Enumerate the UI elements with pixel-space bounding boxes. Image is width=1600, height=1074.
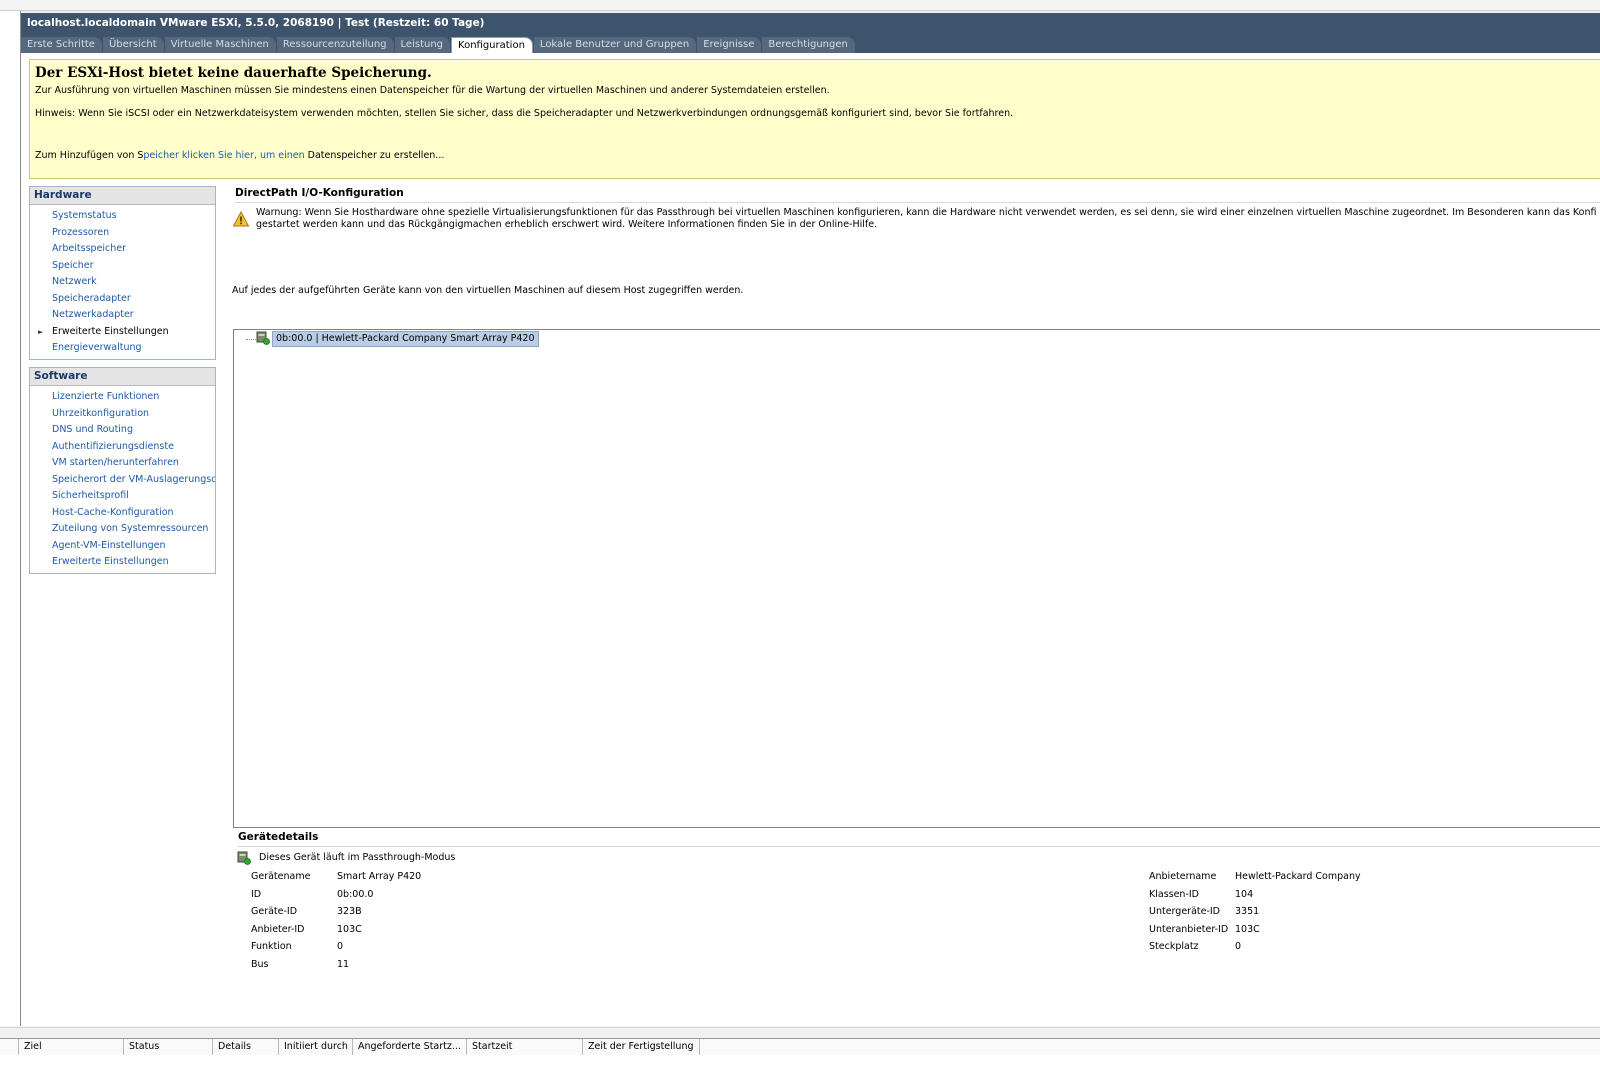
detail-label: Anbietername	[1149, 871, 1217, 882]
detail-value: 3351	[1235, 906, 1260, 917]
tab-ereignisse[interactable]: Ereignisse	[697, 37, 762, 53]
nav-dns-routing[interactable]: DNS und Routing	[30, 422, 215, 439]
software-heading: Software	[30, 368, 215, 386]
nav-vm-auslagerungsdatei[interactable]: Speicherort der VM-Auslagerungsdatei	[30, 472, 215, 489]
details-title: Gerätedetails	[238, 831, 319, 843]
hardware-panel: Hardware Systemstatus Prozessoren Arbeit…	[29, 186, 216, 360]
detail-value: 0	[337, 941, 344, 952]
col-startzeit[interactable]: Startzeit	[467, 1039, 583, 1055]
nav-energieverwaltung[interactable]: Energieverwaltung	[30, 340, 215, 357]
col-fertigstellung[interactable]: Zeit der Fertigstellung	[583, 1039, 700, 1055]
nav-authentifizierungsdienste[interactable]: Authentifizierungsdienste	[30, 439, 215, 456]
detail-value: Smart Array P420	[337, 871, 422, 882]
nav-uhrzeitkonfiguration[interactable]: Uhrzeitkonfiguration	[30, 406, 215, 423]
passthrough-warning: Warnung: Wenn Sie Hosthardware ohne spez…	[256, 207, 1596, 231]
nav-erweiterte-einstellungen-hw-label: Erweiterte Einstellungen	[52, 325, 169, 337]
detail-label: Bus	[251, 958, 269, 970]
add-storage-link[interactable]: peicher klicken Sie hier, um einen	[143, 150, 304, 161]
tree-connector	[246, 339, 256, 341]
nav-sicherheitsprofil[interactable]: Sicherheitsprofil	[30, 488, 215, 505]
tab-virtuelle-maschinen[interactable]: Virtuelle Maschinen	[164, 37, 276, 53]
device-label[interactable]: 0b:00.0 | Hewlett-Packard Company Smart …	[272, 331, 539, 347]
detail-label: Geräte-ID	[251, 906, 298, 917]
nav-prozessoren[interactable]: Prozessoren	[30, 225, 215, 242]
nav-speicheradapter[interactable]: Speicheradapter	[30, 291, 215, 308]
pci-device-icon	[256, 331, 270, 345]
tab-ressourcenzuteilung[interactable]: Ressourcenzuteilung	[276, 37, 394, 53]
banner-title: Der ESXi-Host bietet keine dauerhafte Sp…	[35, 65, 432, 81]
col-initiiert-durch[interactable]: Initiiert durch	[279, 1039, 353, 1055]
detail-value: 323B	[337, 906, 362, 917]
detail-value: 103C	[337, 923, 362, 935]
col-details[interactable]: Details	[213, 1039, 279, 1055]
config-content: Der ESXi-Host bietet keine dauerhafte Sp…	[21, 53, 1600, 1026]
tab-bar: Erste Schritte Übersicht Virtuelle Maschin…	[21, 37, 856, 54]
banner-add-prefix: Zum Hinzufügen von S	[35, 150, 144, 161]
tab-lokale-benutzer[interactable]: Lokale Benutzer und Gruppen	[533, 37, 697, 53]
software-panel: Software Lizenzierte Funktionen Uhrzeitk…	[29, 367, 216, 574]
detail-label: Steckplatz	[1149, 941, 1199, 952]
nav-arbeitsspeicher[interactable]: Arbeitsspeicher	[30, 241, 215, 258]
nav-speicher[interactable]: Speicher	[30, 258, 215, 275]
col-ziel[interactable]: Ziel	[19, 1039, 124, 1055]
hardware-heading: Hardware	[30, 187, 215, 205]
detail-label: Funktion	[251, 941, 292, 952]
detail-label: Untergeräte-ID	[1149, 906, 1220, 917]
tab-konfiguration[interactable]: Konfiguration	[451, 37, 533, 54]
access-note: Auf jedes der aufgeführten Geräte kann v…	[232, 285, 744, 296]
banner-add-storage: Zum Hinzufügen von Speicher klicken Sie …	[35, 150, 444, 161]
nav-erweiterte-einstellungen-hw[interactable]: ► Erweiterte Einstellungen	[30, 324, 215, 341]
device-row[interactable]: 0b:00.0 | Hewlett-Packard Company Smart …	[238, 331, 638, 347]
nav-lizenzierte-funktionen[interactable]: Lizenzierte Funktionen	[30, 389, 215, 406]
warning-icon	[233, 211, 249, 227]
passthrough-icon	[237, 851, 251, 865]
tab-uebersicht[interactable]: Übersicht	[102, 37, 164, 53]
detail-value: 0b:00.0	[337, 888, 374, 900]
section-divider	[235, 202, 1600, 203]
detail-value: Hewlett-Packard Company	[1235, 871, 1361, 882]
storage-warning-banner: Der ESXi-Host bietet keine dauerhafte Sp…	[29, 59, 1600, 179]
detail-label: Unteranbieter-ID	[1149, 923, 1229, 935]
top-strip	[0, 0, 1600, 11]
warning-line-1: Warnung: Wenn Sie Hosthardware ohne spez…	[256, 207, 1596, 218]
tab-erste-schritte[interactable]: Erste Schritte	[21, 37, 102, 53]
col-angeforderte-startzeit[interactable]: Angeforderte Startz...	[353, 1039, 467, 1055]
details-divider	[238, 846, 1600, 847]
passthrough-status: Dieses Gerät läuft im Passthrough-Modus	[259, 852, 456, 863]
detail-label: Klassen-ID	[1149, 888, 1200, 900]
host-header: localhost.localdomain VMware ESXi, 5.5.0…	[21, 13, 1600, 54]
nav-systemstatus[interactable]: Systemstatus	[30, 208, 215, 225]
left-gutter	[0, 11, 21, 1026]
banner-add-suffix: Datenspeicher zu erstellen...	[304, 150, 445, 161]
selected-arrow-icon: ►	[38, 327, 44, 336]
nav-netzwerkadapter[interactable]: Netzwerkadapter	[30, 307, 215, 324]
tasks-col-spacer	[0, 1039, 19, 1055]
host-title: localhost.localdomain VMware ESXi, 5.5.0…	[27, 17, 485, 29]
tasks-area	[0, 1055, 1600, 1074]
col-status[interactable]: Status	[124, 1039, 213, 1055]
tab-leistung[interactable]: Leistung	[394, 37, 451, 53]
tasks-column-headers: Ziel Status Details Initiiert durch Angeford…	[0, 1038, 1600, 1056]
detail-value: 103C	[1235, 923, 1260, 935]
nav-vm-starten[interactable]: VM starten/herunterfahren	[30, 455, 215, 472]
nav-netzwerk[interactable]: Netzwerk	[30, 274, 215, 291]
banner-line-2: Hinweis: Wenn Sie iSCSI oder ein Netzwer…	[35, 108, 1014, 119]
detail-label: Anbieter-ID	[251, 923, 305, 935]
detail-value: 11	[337, 958, 350, 970]
banner-line-1: Zur Ausführung von virtuellen Maschinen …	[35, 85, 830, 96]
directpath-title: DirectPath I/O-Konfiguration	[235, 187, 404, 199]
nav-erweiterte-einstellungen-sw[interactable]: Erweiterte Einstellungen	[30, 554, 215, 571]
warning-line-2: gestartet werden kann und das Rückgängig…	[256, 219, 878, 230]
detail-label: ID	[251, 888, 262, 900]
device-list[interactable]: 0b:00.0 | Hewlett-Packard Company Smart …	[233, 329, 1600, 828]
detail-value: 0	[1235, 941, 1242, 952]
nav-agent-vm[interactable]: Agent-VM-Einstellungen	[30, 538, 215, 555]
tab-berechtigungen[interactable]: Berechtigungen	[762, 37, 855, 53]
nav-host-cache[interactable]: Host-Cache-Konfiguration	[30, 505, 215, 522]
detail-label: Gerätename	[251, 871, 311, 882]
detail-value: 104	[1235, 888, 1254, 900]
nav-systemressourcen[interactable]: Zuteilung von Systemressourcen	[30, 521, 215, 538]
